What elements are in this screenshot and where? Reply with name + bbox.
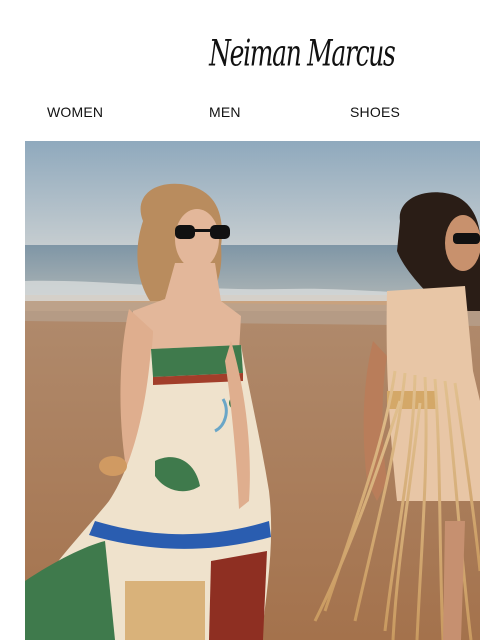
nav-item-women[interactable]: WOMEN [47,96,103,128]
brand-logo[interactable]: Neiman Marcus [209,22,396,84]
brand-logo-text: Neiman Marcus [209,31,396,75]
hero-photo [25,141,480,640]
email-header: Neiman Marcus [0,0,480,100]
nav-item-shoes[interactable]: SHOES [350,96,400,128]
nav-item-men[interactable]: MEN [209,96,241,128]
hero-image-link[interactable] [25,141,480,640]
category-nav: WOMEN MEN SHOES [0,96,480,130]
